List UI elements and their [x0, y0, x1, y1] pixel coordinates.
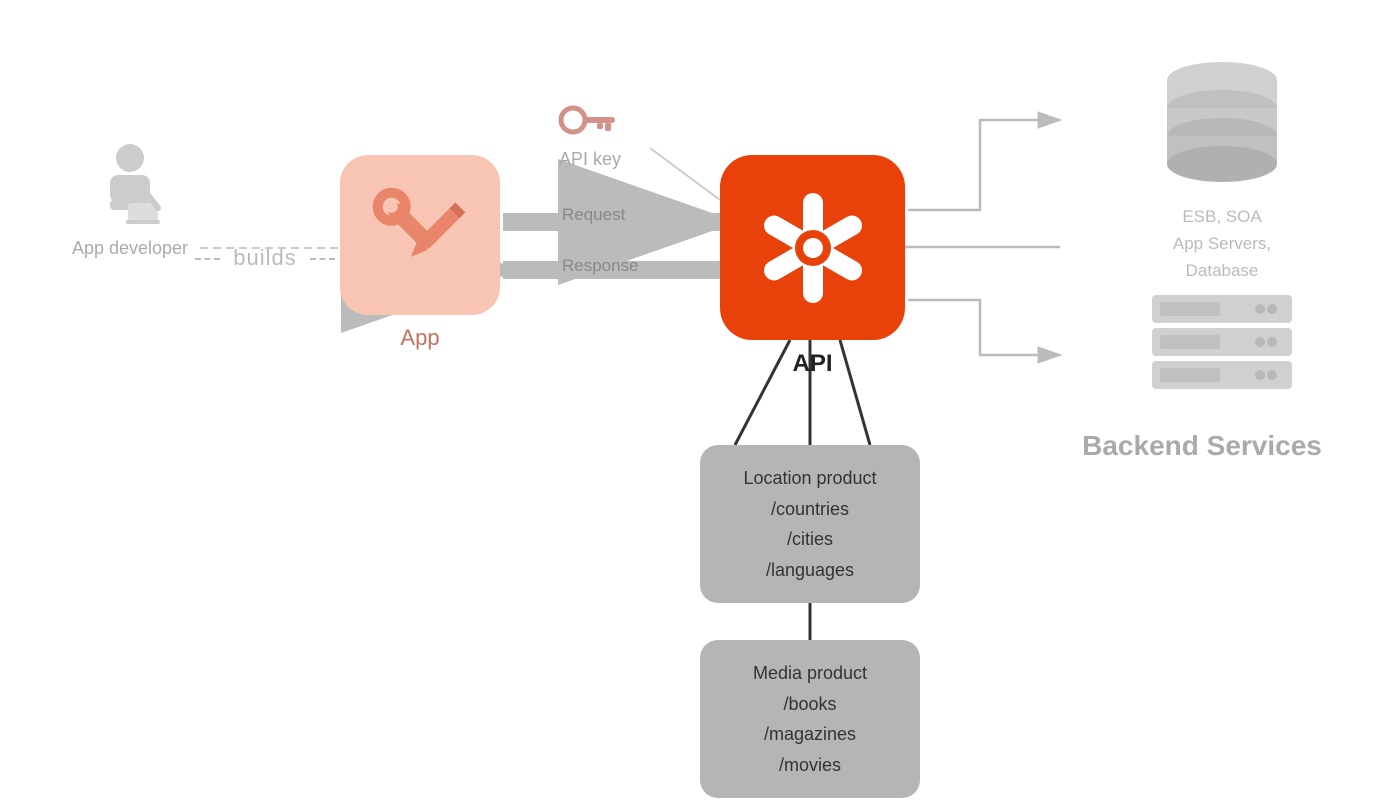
- app-label: App: [340, 325, 500, 351]
- request-label: Request: [562, 205, 625, 225]
- builds-label: builds: [225, 245, 304, 271]
- location-line-4: /languages: [724, 555, 896, 586]
- diagram-container: App developer builds App: [0, 0, 1382, 810]
- media-line-1: Media product: [724, 658, 896, 689]
- api-key-label: API key: [555, 149, 625, 170]
- developer-icon: [90, 140, 170, 230]
- backend-services-label: Backend Services: [1082, 430, 1322, 462]
- api-key-area: API key: [555, 100, 625, 170]
- media-line-4: /movies: [724, 750, 896, 781]
- api-label: API: [720, 350, 905, 378]
- location-line-1: Location product: [724, 463, 896, 494]
- location-product-text: Location product /countries /cities /lan…: [724, 463, 896, 585]
- builds-connector: builds: [200, 245, 330, 271]
- location-line-2: /countries: [724, 494, 896, 525]
- location-product-box: Location product /countries /cities /lan…: [700, 445, 920, 603]
- media-line-3: /magazines: [724, 719, 896, 750]
- server-icon-area: [1122, 290, 1322, 405]
- db-icon-area: ESB, SOAApp Servers,Database: [1122, 50, 1322, 285]
- esb-label: ESB, SOAApp Servers,Database: [1122, 203, 1322, 285]
- app-developer-section: App developer: [50, 140, 210, 259]
- response-label: Response: [562, 256, 639, 276]
- api-box: [720, 155, 905, 340]
- media-product-box: Media product /books /magazines /movies: [700, 640, 920, 798]
- developer-label: App developer: [50, 238, 210, 259]
- location-line-3: /cities: [724, 524, 896, 555]
- media-product-text: Media product /books /magazines /movies: [724, 658, 896, 780]
- media-line-2: /books: [724, 689, 896, 720]
- app-box: [340, 155, 500, 315]
